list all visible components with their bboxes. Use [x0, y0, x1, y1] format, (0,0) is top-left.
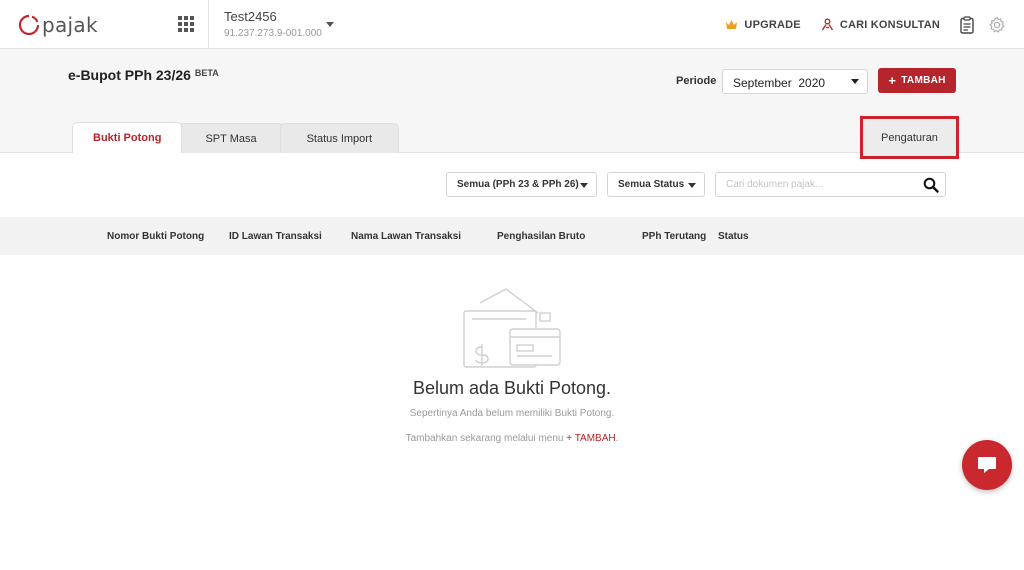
tab-label: Status Import — [306, 132, 373, 145]
empty-state-hint-prefix: Tambahkan sekarang melalui menu — [405, 433, 567, 444]
gear-icon[interactable] — [988, 16, 1006, 34]
chevron-down-icon[interactable] — [326, 22, 334, 27]
jenis-filter-value: Semua (PPh 23 & PPh 26) — [457, 179, 579, 190]
divider — [208, 0, 209, 49]
apps-grid-icon[interactable] — [178, 16, 194, 32]
chevron-down-icon — [851, 79, 859, 84]
periode-select[interactable]: September 2020 — [722, 69, 868, 94]
cari-konsultan-link[interactable]: CARI KONSULTAN — [821, 18, 940, 31]
search-input[interactable] — [726, 173, 916, 195]
tambah-button[interactable]: + TAMBAH — [878, 68, 956, 93]
chat-icon — [978, 457, 996, 473]
tab-status-import[interactable]: Status Import — [279, 123, 400, 153]
tab-label: Bukti Potong — [93, 132, 162, 144]
crown-icon — [726, 20, 738, 29]
empty-document-illustration-icon — [463, 288, 561, 368]
beta-badge: BETA — [194, 68, 219, 78]
top-navbar: pajak Test2456 91.237.273.9-001.000 UPGR… — [0, 0, 1024, 49]
company-name: Test2456 — [224, 9, 277, 24]
periode-value: September 2020 — [733, 76, 826, 90]
upgrade-label: UPGRADE — [744, 18, 801, 31]
pengaturan-label: Pengaturan — [881, 131, 938, 144]
status-filter-select[interactable]: Semua Status — [607, 172, 705, 197]
column-header[interactable]: Nama Lawan Transaksi — [351, 231, 461, 242]
search-icon[interactable] — [923, 177, 939, 193]
page-title-text: e-Bupot PPh 23/26 — [68, 67, 191, 83]
clipboard-icon[interactable] — [960, 15, 974, 34]
logo-text: pajak — [42, 13, 98, 37]
company-npwp: 91.237.273.9-001.000 — [224, 28, 322, 39]
empty-state-hint: Tambahkan sekarang melalui menu + TAMBAH… — [0, 433, 1024, 444]
column-header[interactable]: PPh Terutang — [642, 231, 706, 242]
empty-state-hint-suffix: . — [615, 433, 619, 444]
tambah-label: TAMBAH — [901, 75, 946, 86]
periode-label: Periode — [676, 75, 717, 87]
chevron-down-icon — [580, 183, 588, 188]
tab-spt-masa[interactable]: SPT Masa — [178, 123, 284, 153]
tambah-link[interactable]: + TAMBAH — [566, 433, 615, 444]
cari-konsultan-label: CARI KONSULTAN — [839, 18, 940, 31]
page-title: e-Bupot PPh 23/26 BETA — [68, 67, 219, 83]
column-header[interactable]: Nomor Bukti Potong — [107, 231, 204, 242]
plus-icon: + — [888, 73, 897, 88]
column-header[interactable]: ID Lawan Transaksi — [229, 231, 322, 242]
empty-state-title: Belum ada Bukti Potong. — [412, 378, 612, 398]
tab-bar: Bukti Potong SPT Masa Status Import — [72, 122, 400, 153]
search-box — [715, 172, 946, 197]
column-header[interactable]: Status — [718, 231, 749, 242]
logo[interactable]: pajak — [18, 13, 98, 37]
tab-bukti-potong[interactable]: Bukti Potong — [72, 122, 183, 153]
status-filter-value: Semua Status — [618, 179, 685, 190]
table-header: Nomor Bukti Potong ID Lawan Transaksi Na… — [0, 217, 1024, 255]
column-header[interactable]: Penghasilan Bruto — [497, 231, 585, 242]
chevron-down-icon — [688, 183, 696, 188]
logo-mark-icon — [18, 14, 40, 36]
pengaturan-button[interactable]: Pengaturan — [860, 116, 959, 159]
tab-label: SPT Masa — [205, 132, 257, 145]
empty-state-subtitle: Sepertinya Anda belum memiliki Bukti Pot… — [409, 408, 615, 419]
consultant-icon — [821, 18, 833, 31]
chat-button[interactable] — [962, 440, 1012, 490]
page-header: e-Bupot PPh 23/26 BETA Periode September … — [0, 49, 1024, 159]
upgrade-link[interactable]: UPGRADE — [725, 18, 801, 31]
nav-right: UPGRADE CARI KONSULTAN — [725, 0, 1014, 49]
company-switcher[interactable]: Test2456 91.237.273.9-001.000 — [224, 9, 322, 39]
jenis-filter-select[interactable]: Semua (PPh 23 & PPh 26) — [446, 172, 597, 197]
